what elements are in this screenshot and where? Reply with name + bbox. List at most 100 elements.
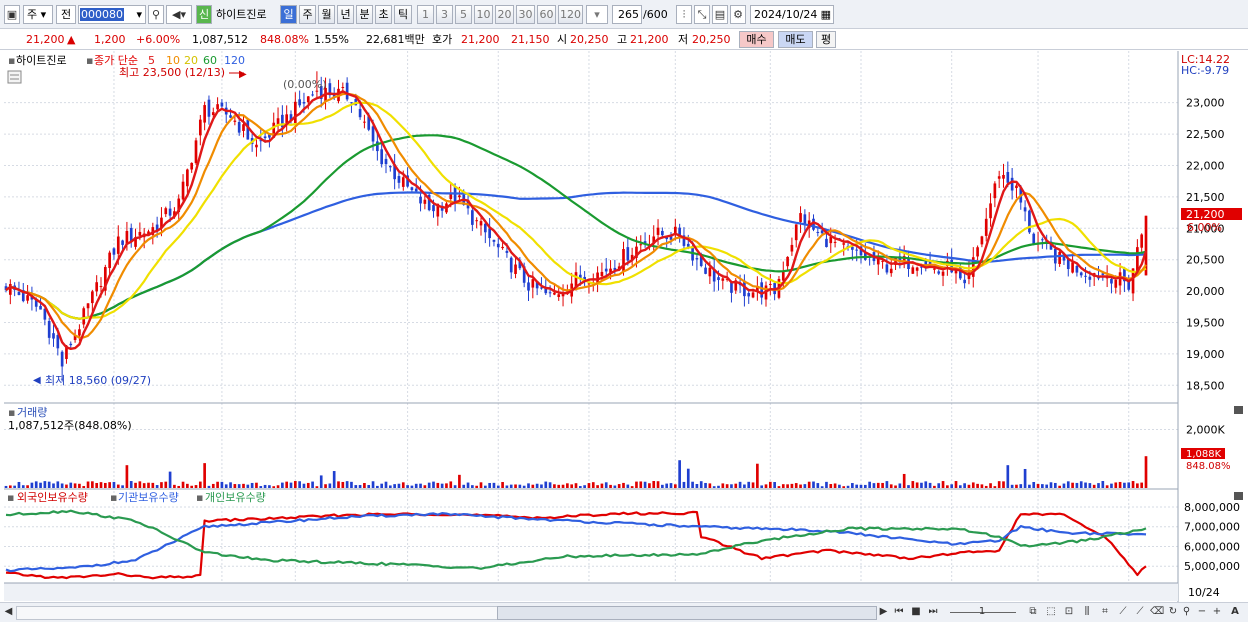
volume-bar — [643, 481, 647, 488]
price-candle — [915, 267, 919, 271]
stock-chart[interactable]: 23,00022,50022,00021,50021,00020,50020,0… — [0, 51, 1248, 602]
scroll-thumb[interactable] — [497, 606, 877, 620]
volume-bar — [211, 483, 215, 488]
interval-10-button[interactable]: 10 — [474, 5, 493, 24]
price-candle — [760, 282, 764, 298]
volume-bar — [1114, 482, 1118, 488]
legend-handle-icon: ▪ — [8, 54, 15, 67]
period-minute-tab[interactable]: 분 — [356, 5, 373, 24]
buy-button[interactable]: 매수 — [739, 31, 774, 48]
price-candle — [829, 237, 833, 244]
search-icon[interactable]: ⚲ — [148, 5, 164, 24]
zoom-icon[interactable]: ⚲ — [1180, 606, 1193, 619]
volume-bar — [725, 484, 729, 488]
price-candle — [794, 224, 798, 241]
save-icon[interactable]: ▤ — [712, 5, 728, 24]
copy-icon[interactable]: ⧉ — [1026, 606, 1040, 619]
crosshair-icon[interactable]: ⌗ — [1098, 606, 1112, 619]
candle-type-icon[interactable]: ⫶ — [676, 5, 692, 24]
chart-settings-icon[interactable] — [7, 70, 22, 84]
price-candle — [108, 252, 111, 269]
price-candle — [91, 291, 94, 304]
speaker-icon[interactable]: ◀▾ — [166, 5, 192, 24]
low-price: 20,250 — [692, 33, 731, 46]
volume-bar — [842, 486, 846, 488]
gear-icon[interactable]: ⚙ — [730, 5, 746, 24]
volume-bar — [898, 483, 902, 488]
price-tick-label: 20,500 — [1186, 254, 1225, 267]
stock-code-input[interactable]: 000080 ▾ — [78, 5, 146, 24]
scroll-track[interactable] — [16, 606, 498, 620]
interval-5-button[interactable]: 5 — [455, 5, 472, 24]
chart-scrollbar[interactable]: ◀ ▶ ⏮ ■ ⏭ 1 ⧉ ⬚ ⊡ ⫼ ⌗ ⟋ ⟋ ⌫ ↻ ⚲ − + A — [0, 602, 1248, 622]
holding-pane-close-icon[interactable] — [1234, 492, 1243, 500]
legend-stock-name: 하이트진로 — [16, 53, 67, 67]
volume-pane-close-icon[interactable] — [1234, 406, 1243, 414]
volume-bar — [885, 481, 889, 488]
volume-bar — [902, 473, 906, 488]
compare-icon[interactable]: ⊡ — [1062, 606, 1076, 619]
volume-bar — [790, 483, 794, 488]
calendar-icon[interactable]: ▦ — [821, 6, 831, 23]
ray-icon[interactable]: ⟋ — [1133, 606, 1147, 619]
price-candle — [116, 236, 120, 254]
volume-bar — [69, 482, 73, 488]
eraser-icon[interactable]: ⌫ — [1150, 606, 1164, 619]
volume-bar — [198, 481, 202, 488]
period-month-tab[interactable]: 월 — [318, 5, 335, 24]
scroll-last-icon[interactable]: ⏭ — [926, 606, 940, 619]
high-annotation: 최고 23,500 (12/13) — [119, 66, 225, 79]
count-input[interactable]: 265 — [612, 5, 642, 24]
period-second-tab[interactable]: 초 — [375, 5, 392, 24]
zoom-out-icon[interactable]: − — [1196, 606, 1208, 619]
zoom-slider-handle[interactable]: 1 — [976, 606, 988, 619]
select-icon[interactable]: ⬚ — [1044, 606, 1058, 619]
stop-icon[interactable]: ■ — [909, 606, 923, 619]
refresh-icon[interactable]: ↻ — [1166, 606, 1180, 619]
volume-bar — [682, 481, 686, 488]
volume-bar — [673, 484, 677, 488]
drawing-tool-icon[interactable]: ⤡ — [694, 5, 710, 24]
period-week-tab[interactable]: 주 — [299, 5, 316, 24]
volume-bar — [263, 484, 267, 488]
layout-icon[interactable]: ▣ — [4, 5, 20, 24]
volume-last-pct: 848.08% — [1186, 461, 1231, 472]
trendline-icon[interactable]: ⟋ — [1116, 606, 1130, 619]
interval-dropdown[interactable]: ▾ — [586, 5, 608, 24]
interval-30-button[interactable]: 30 — [516, 5, 535, 24]
scroll-right-icon[interactable]: ▶ — [878, 606, 889, 619]
scroll-first-icon[interactable]: ⏮ — [892, 606, 906, 619]
date-input[interactable]: 2024/10/24 ▦ — [750, 5, 834, 24]
price-candle — [656, 227, 660, 235]
period-day-tab[interactable]: 일 — [280, 5, 297, 24]
volume-bar — [976, 483, 979, 488]
period-tick-tab[interactable]: 틱 — [394, 5, 412, 24]
period-year-tab[interactable]: 년 — [337, 5, 354, 24]
volume-bar — [678, 460, 681, 488]
prev-stock-button[interactable]: 전 — [56, 5, 76, 24]
indicator-icon[interactable]: ⫼ — [1080, 606, 1094, 619]
zoom-in-icon[interactable]: + — [1211, 606, 1223, 619]
volume-bar — [194, 485, 198, 488]
price-tick-label: 23,000 — [1186, 97, 1225, 110]
price-candle — [82, 308, 86, 325]
sell-button[interactable]: 매도 — [778, 31, 813, 48]
eval-button[interactable]: 평 — [816, 31, 836, 48]
scroll-left-icon[interactable]: ◀ — [3, 606, 14, 619]
volume-bar — [971, 482, 975, 488]
volume-bar — [967, 484, 971, 488]
volume-bar — [30, 482, 34, 488]
interval-120-button[interactable]: 120 — [558, 5, 583, 24]
interval-1-button[interactable]: 1 — [417, 5, 434, 24]
volume-bar — [337, 481, 340, 488]
price-candle — [1079, 272, 1083, 276]
interval-3-button[interactable]: 3 — [436, 5, 453, 24]
font-size-icon[interactable]: A — [1228, 606, 1242, 619]
market-select[interactable]: 주 ▾ — [23, 5, 53, 24]
interval-60-button[interactable]: 60 — [537, 5, 556, 24]
volume-bar — [527, 483, 530, 488]
interval-20-button[interactable]: 20 — [495, 5, 514, 24]
volume-bar — [868, 481, 871, 488]
price-candle — [933, 268, 936, 270]
volume-bar — [743, 484, 746, 488]
